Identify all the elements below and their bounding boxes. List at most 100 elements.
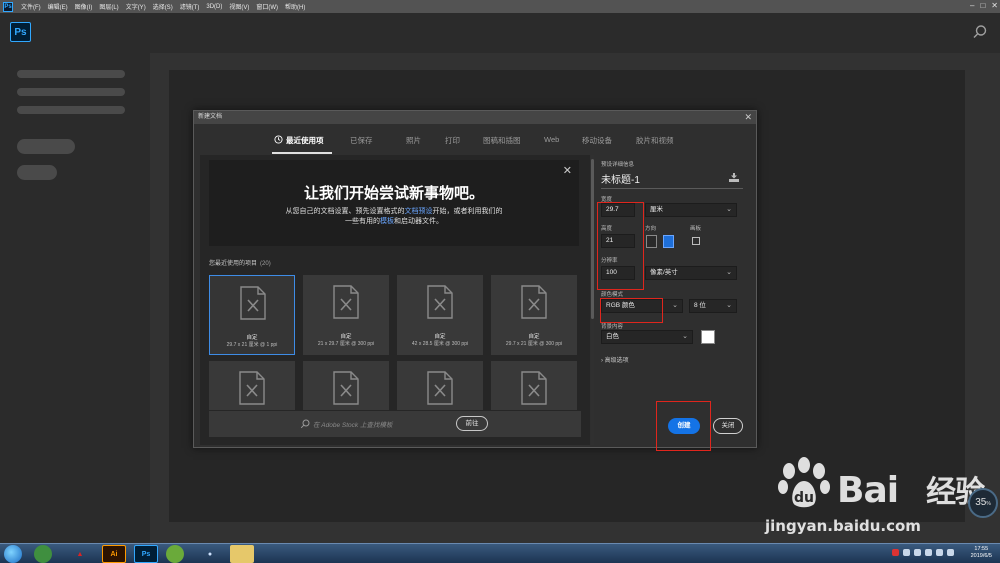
browser-icon[interactable]	[34, 545, 52, 563]
clock[interactable]: 17:55 2019/6/5	[971, 546, 992, 560]
menu-select[interactable]: 选择(S)	[153, 2, 173, 11]
content-scrollbar[interactable]	[591, 155, 594, 445]
save-preset-icon[interactable]	[728, 173, 740, 183]
card-name: 自定	[340, 334, 352, 340]
active-tab-indicator	[272, 152, 332, 154]
highlight-create-button	[656, 401, 711, 451]
portrait-orientation-button[interactable]	[646, 235, 657, 248]
new-document-dialog: 新建文档 ✕ 最近使用项 已保存 照片 打印 图稿和插图 Web 移动设备 胶片…	[193, 110, 757, 448]
window-controls: – □ ✕	[970, 1, 998, 10]
pdf-icon[interactable]: ▲	[68, 545, 92, 563]
stock-search-input[interactable]: 在 Adobe Stock 上查找模板	[313, 419, 392, 429]
folder-icon[interactable]	[230, 545, 254, 563]
landscape-orientation-button[interactable]	[663, 235, 674, 248]
document-icon	[240, 286, 266, 320]
menu-image[interactable]: 图像(I)	[75, 2, 93, 11]
recent-document-card[interactable]: 自定 29.7 x 21 厘米 @ 300 ppi	[491, 275, 577, 355]
ps-app-icon[interactable]: Ps	[3, 1, 13, 12]
clock-icon	[274, 135, 283, 144]
preset-details-label: 预设详细信息	[601, 162, 635, 168]
width-unit-select[interactable]: 厘米 ⌄	[645, 203, 737, 217]
chevron-down-icon: ⌄	[726, 302, 732, 309]
photoshop-app[interactable]: Ps	[134, 545, 158, 563]
placeholder-button[interactable]	[17, 165, 57, 180]
close-window-icon[interactable]: ✕	[991, 1, 998, 10]
card-name: 自定	[528, 334, 540, 340]
resolution-unit-select[interactable]: 像素/英寸 ⌄	[645, 266, 737, 280]
tab-saved[interactable]: 已保存	[350, 135, 373, 146]
recent-document-card[interactable]: 自定 21 x 29.7 厘米 @ 300 ppi	[303, 275, 389, 355]
document-presets-link[interactable]: 文档预设	[405, 208, 433, 215]
go-button[interactable]: 前往	[456, 416, 488, 431]
minimize-icon[interactable]: –	[970, 1, 974, 10]
recent-grid: 自定 29.7 x 21 厘米 @ 1 ppi 自定 21 x 29.7 厘米 @ 3…	[209, 275, 581, 410]
app-icon[interactable]: ●	[198, 545, 222, 563]
highlight-size-fields	[597, 202, 644, 290]
recent-count: (20)	[260, 261, 271, 267]
menu-view[interactable]: 视图(V)	[229, 2, 249, 11]
tab-film-video[interactable]: 胶片和视频	[636, 135, 674, 146]
banner-title: 让我们开始尝试新事物吧。	[303, 185, 484, 202]
highlight-color-mode	[600, 298, 663, 323]
menu-window[interactable]: 窗口(W)	[256, 2, 278, 11]
recent-document-card[interactable]	[303, 361, 389, 410]
document-icon	[333, 285, 359, 319]
tray-icon[interactable]	[903, 549, 910, 556]
volume-icon[interactable]	[947, 549, 954, 556]
bit-depth-select[interactable]: 8 位 ⌄	[689, 299, 737, 313]
menu-help[interactable]: 帮助(H)	[285, 2, 305, 11]
tab-photo[interactable]: 照片	[406, 135, 421, 146]
menu-3d[interactable]: 3D(D)	[206, 4, 222, 10]
stock-search-bar: 在 Adobe Stock 上查找模板 前往	[209, 411, 581, 437]
scroll-thumb[interactable]	[591, 159, 594, 319]
placeholder-button[interactable]	[17, 139, 75, 154]
banner-close-icon[interactable]: ✕	[563, 164, 572, 177]
maximize-icon[interactable]: □	[980, 1, 985, 10]
close-button[interactable]: 关闭	[713, 418, 743, 434]
document-name-field[interactable]: 未标题-1	[601, 171, 640, 186]
chevron-down-icon: ⌄	[726, 206, 732, 213]
recent-document-card[interactable]: 自定 29.7 x 21 厘米 @ 1 ppi	[209, 275, 295, 355]
tray-icon[interactable]	[892, 549, 899, 556]
menu-type[interactable]: 文字(Y)	[126, 2, 146, 11]
menu-filter[interactable]: 滤镜(T)	[180, 2, 200, 11]
tab-mobile[interactable]: 移动设备	[582, 135, 612, 146]
tab-art-illustration[interactable]: 图稿和插图	[483, 135, 521, 146]
recent-document-card[interactable]	[491, 361, 577, 410]
start-button[interactable]	[4, 545, 22, 563]
tab-web[interactable]: Web	[544, 135, 559, 144]
search-icon[interactable]	[972, 24, 988, 40]
tab-recent[interactable]: 最近使用项	[286, 135, 324, 146]
menu-file[interactable]: 文件(F)	[21, 2, 41, 11]
illustrator-app[interactable]: Ai	[102, 545, 126, 563]
recent-items-label: 您最近使用的项目 (20)	[209, 258, 271, 267]
artboard-checkbox[interactable]	[692, 237, 700, 245]
tray-icon[interactable]	[914, 549, 921, 556]
recent-document-card[interactable]	[397, 361, 483, 410]
ps-logo[interactable]: Ps	[10, 22, 31, 42]
menu-edit[interactable]: 编辑(E)	[48, 2, 68, 11]
width-unit-value: 厘米	[650, 206, 663, 213]
placeholder-bar	[17, 88, 125, 96]
chevron-down-icon: ⌄	[726, 269, 732, 276]
document-icon	[521, 371, 547, 405]
card-spec: 21 x 29.7 厘米 @ 300 ppi	[317, 341, 375, 347]
network-icon[interactable]	[936, 549, 943, 556]
app-icon[interactable]	[166, 545, 184, 563]
chevron-down-icon: ⌄	[682, 333, 688, 340]
advanced-options-toggle[interactable]: › 高级选项	[601, 355, 629, 364]
menu-layer[interactable]: 图层(L)	[99, 2, 118, 11]
tray-icon[interactable]	[925, 549, 932, 556]
clock-date: 2019/6/5	[970, 553, 992, 559]
background-color-swatch[interactable]	[701, 330, 715, 344]
resolution-unit-value: 像素/英寸	[650, 269, 678, 276]
background-select[interactable]: 白色 ⌄	[601, 330, 693, 344]
tab-print[interactable]: 打印	[445, 135, 460, 146]
recent-document-card[interactable]: 自定 42 x 28.5 厘米 @ 300 ppi	[397, 275, 483, 355]
search-icon	[300, 419, 310, 429]
svg-text:du: du	[794, 490, 814, 506]
dialog-close-icon[interactable]: ✕	[744, 111, 752, 124]
recent-document-card[interactable]	[209, 361, 295, 410]
templates-link[interactable]: 模板	[380, 218, 394, 225]
home-left-panel	[0, 53, 150, 543]
